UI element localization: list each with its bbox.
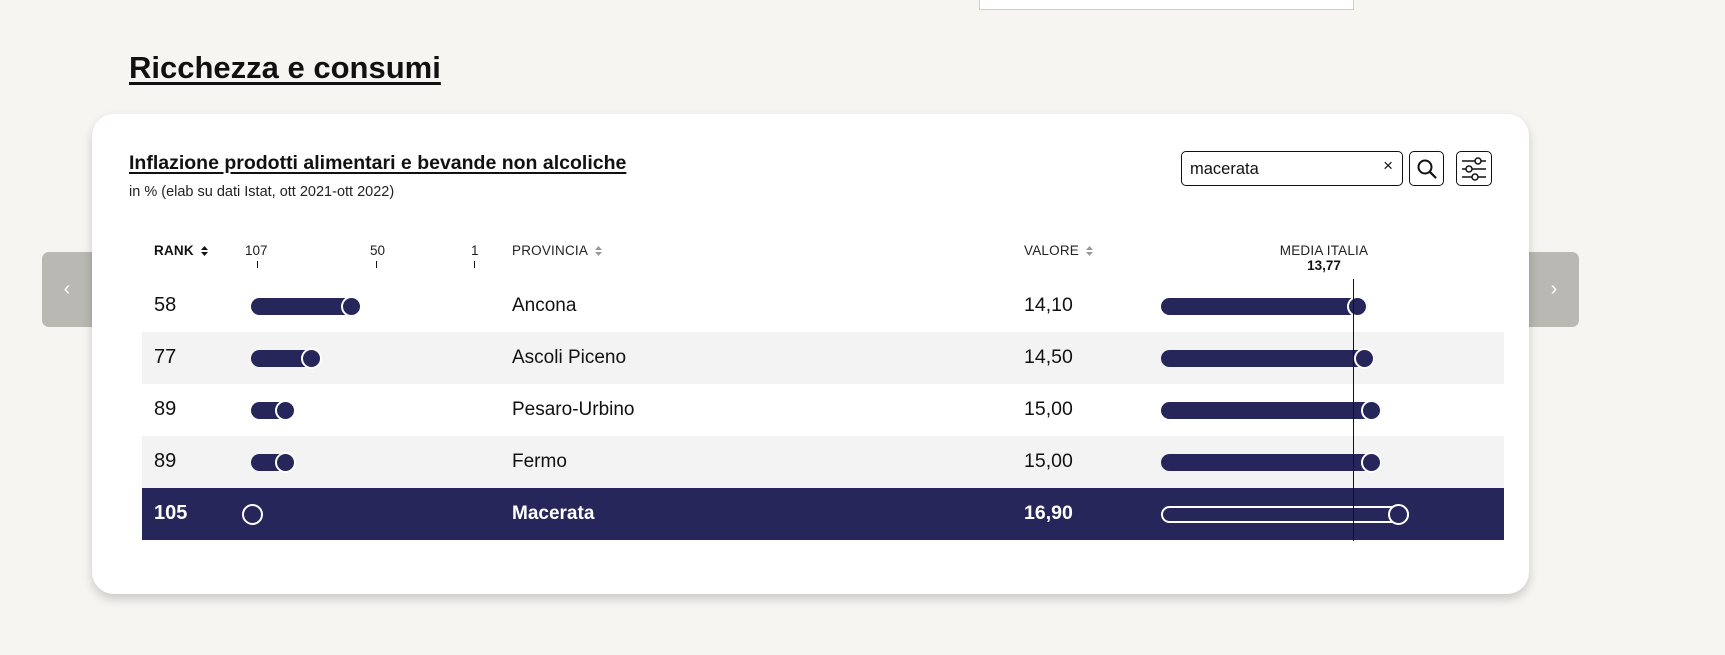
valore-cell: 15,00 [1024, 398, 1073, 420]
value-dot [1361, 452, 1382, 473]
rank-dot [301, 348, 322, 369]
media-italia-value: 13,77 [1307, 258, 1341, 273]
rank-tick [376, 261, 377, 268]
value-dot [1354, 348, 1375, 369]
value-bar [1161, 298, 1368, 315]
carousel-prev-button[interactable]: ‹ [42, 252, 92, 327]
table-row-highlighted[interactable]: 105 Macerata 16,90 [142, 488, 1504, 540]
rank-cell: 89 [154, 398, 177, 420]
header-provincia-label: PROVINCIA [512, 243, 589, 258]
ranking-card: Inflazione prodotti alimentari e bevande… [92, 114, 1529, 594]
media-italia-label: MEDIA ITALIA [1279, 243, 1369, 258]
rank-tick [257, 261, 258, 268]
chevron-left-icon: ‹ [63, 278, 71, 300]
card-subtitle: in % (elab su dati Istat, ott 2021-ott 2… [129, 184, 395, 200]
search-button[interactable] [1409, 151, 1444, 186]
rank-tick-label: 107 [245, 243, 268, 258]
rank-cell: 105 [154, 502, 188, 524]
search-box: × [1181, 151, 1403, 186]
rank-tick [474, 261, 475, 268]
valore-cell: 16,90 [1024, 502, 1073, 524]
rank-cell: 58 [154, 294, 177, 316]
provincia-cell: Fermo [512, 451, 567, 472]
rank-dot [275, 400, 296, 421]
valore-cell: 15,00 [1024, 450, 1073, 472]
rank-cell: 89 [154, 450, 177, 472]
search-icon [1417, 159, 1437, 179]
column-header-rank[interactable]: RANK [154, 243, 209, 258]
sort-icon [595, 245, 603, 256]
rank-dot [275, 452, 296, 473]
header-valore-label: VALORE [1024, 243, 1079, 258]
sort-icon [200, 245, 208, 256]
sort-icon [1085, 245, 1093, 256]
card-title: Inflazione prodotti alimentari e bevande… [129, 152, 627, 174]
column-header-valore[interactable]: VALORE [1024, 243, 1094, 258]
value-bar [1161, 402, 1382, 419]
provincia-cell: Ancona [512, 295, 577, 316]
rank-dot [341, 296, 362, 317]
search-input[interactable] [1190, 158, 1370, 180]
dropdown-box-edge [979, 0, 1354, 10]
table-row[interactable]: 89 Pesaro-Urbino 15,00 [142, 384, 1504, 436]
carousel-next-button[interactable]: › [1529, 252, 1579, 327]
provincia-cell: Pesaro-Urbino [512, 399, 635, 420]
valore-cell: 14,10 [1024, 294, 1073, 316]
clear-search-button[interactable]: × [1383, 156, 1393, 176]
valore-cell: 14,50 [1024, 346, 1073, 368]
value-dot [1388, 504, 1409, 525]
rank-tick-label: 50 [370, 243, 386, 258]
value-dot [1347, 296, 1368, 317]
media-italia-line [1353, 279, 1354, 541]
table-row[interactable]: 58 Ancona 14,10 [142, 280, 1504, 332]
rank-tick-label: 1 [471, 243, 479, 258]
value-bar [1161, 454, 1382, 471]
rank-dot [242, 504, 263, 525]
provincia-cell: Macerata [512, 503, 595, 524]
chevron-right-icon: › [1550, 278, 1558, 300]
table-row[interactable]: 77 Ascoli Piceno 14,50 [142, 332, 1504, 384]
value-dot [1361, 400, 1382, 421]
value-bar [1161, 506, 1409, 523]
header-rank-label: RANK [154, 243, 194, 258]
ranking-table: 58 Ancona 14,10 77 Ascoli Piceno 14,50 8… [142, 280, 1504, 540]
table-row[interactable]: 89 Fermo 15,00 [142, 436, 1504, 488]
filter-button[interactable] [1456, 151, 1492, 186]
rank-cell: 77 [154, 346, 177, 368]
sliders-icon [1462, 156, 1486, 181]
value-bar [1161, 350, 1375, 367]
section-title: Ricchezza e consumi [129, 50, 441, 85]
column-header-provincia[interactable]: PROVINCIA [512, 243, 603, 258]
provincia-cell: Ascoli Piceno [512, 347, 627, 368]
